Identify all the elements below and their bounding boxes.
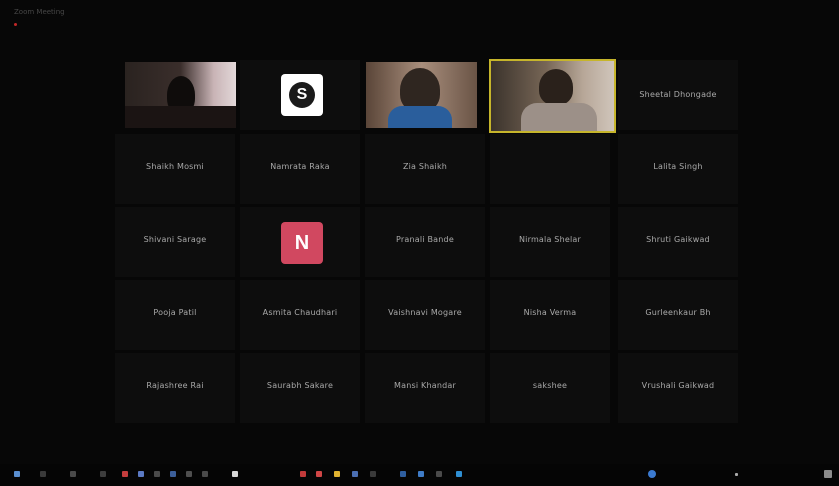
participant-tile[interactable]: Lalita Singh <box>618 134 738 204</box>
participant-name: Shruti Gaikwad <box>646 235 710 244</box>
participant-name: Asmita Chaudhari <box>262 308 338 317</box>
participant-tile[interactable]: Asmita Chaudhari <box>240 280 360 350</box>
app-icon[interactable] <box>138 471 144 477</box>
app-icon[interactable] <box>100 471 106 477</box>
participant-tile[interactable]: Gurleenkaur Bh <box>618 280 738 350</box>
participant-name: Pranali Bande <box>396 235 454 244</box>
app-icon[interactable] <box>186 471 192 477</box>
participant-tile[interactable]: Shaikh Mosmi <box>115 134 235 204</box>
task-view-icon[interactable] <box>70 471 76 477</box>
participant-tile[interactable]: Saurabh Sakare <box>240 353 360 423</box>
participant-tile[interactable]: Pooja Patil <box>115 280 235 350</box>
tray-icon[interactable] <box>648 470 656 478</box>
participant-name: Gurleenkaur Bh <box>645 308 711 317</box>
app-icon[interactable] <box>122 471 128 477</box>
participant-video-tile-active-speaker[interactable] <box>489 59 616 133</box>
participant-tile-s[interactable]: S <box>240 60 360 130</box>
app-icon[interactable] <box>300 471 306 477</box>
participant-name: Lalita Singh <box>653 162 703 171</box>
participant-tile[interactable]: Vrushali Gaikwad <box>618 353 738 423</box>
windows-taskbar <box>0 464 839 486</box>
app-icon[interactable] <box>232 471 238 477</box>
notification-icon[interactable] <box>735 473 738 476</box>
avatar-letter: S <box>289 82 315 108</box>
video-foreground <box>125 106 236 128</box>
participant-shirt <box>521 103 597 131</box>
participant-tile[interactable]: Sheetal Dhongade <box>618 60 738 130</box>
participant-shirt <box>388 106 452 128</box>
participant-avatar: N <box>281 222 323 264</box>
participant-tile[interactable]: Pranali Bande <box>365 207 485 277</box>
app-icon[interactable] <box>352 471 358 477</box>
participant-name: Mansi Khandar <box>394 381 456 390</box>
participant-tile[interactable]: Nisha Verma <box>490 280 610 350</box>
participant-video-tile[interactable] <box>125 62 236 128</box>
app-icon[interactable] <box>154 471 160 477</box>
app-icon[interactable] <box>316 471 322 477</box>
participant-name: Zia Shaikh <box>402 162 448 171</box>
participant-tile[interactable]: Rajashree Rai <box>115 353 235 423</box>
app-icon[interactable] <box>400 471 406 477</box>
app-icon[interactable] <box>170 471 176 477</box>
app-icon[interactable] <box>418 471 424 477</box>
participant-name: Rajashree Rai <box>146 381 204 390</box>
app-icon[interactable] <box>370 471 376 477</box>
participant-name: Saurabh Sakare <box>266 381 334 390</box>
participant-tile[interactable]: sakshee <box>490 353 610 423</box>
participant-name: Nirmala Shelar <box>518 235 581 244</box>
participant-name: Sheetal Dhongade <box>639 90 717 99</box>
participant-name: Vaishnavi Mogare <box>388 308 462 317</box>
participant-face <box>539 69 573 105</box>
app-icon[interactable] <box>436 471 442 477</box>
participant-video-tile[interactable] <box>366 62 477 128</box>
participant-tile[interactable]: Shivani Sarage <box>115 207 235 277</box>
start-icon[interactable] <box>14 471 20 477</box>
app-icon[interactable] <box>456 471 462 477</box>
participant-name: Shivani Sarage <box>143 235 207 244</box>
participant-tile[interactable]: Vaishnavi Mogare <box>365 280 485 350</box>
window-title: Zoom Meeting <box>14 8 65 16</box>
participant-tile-n[interactable]: N <box>240 207 360 277</box>
recording-indicator-icon <box>14 23 17 26</box>
participant-name: Vrushali Gaikwad <box>641 381 715 390</box>
show-desktop-icon[interactable] <box>824 470 832 478</box>
participant-name: Shaikh Mosmi <box>146 162 204 171</box>
zoom-meeting-screen: Zoom Meeting S Sheetal Dhongade Shaikh M… <box>0 0 839 486</box>
participant-tile[interactable]: Namrata Raka <box>240 134 360 204</box>
chrome-icon[interactable] <box>334 471 340 477</box>
participant-avatar: S <box>281 74 323 116</box>
participant-tile[interactable]: Zia Shaikh <box>365 134 485 204</box>
participant-name: sakshee <box>532 381 568 390</box>
participant-name: Pooja Patil <box>153 308 197 317</box>
app-icon[interactable] <box>202 471 208 477</box>
participant-tile[interactable]: Shruti Gaikwad <box>618 207 738 277</box>
participant-tile[interactable]: Mansi Khandar <box>365 353 485 423</box>
participant-tile[interactable] <box>490 134 610 204</box>
participant-name: Namrata Raka <box>270 162 330 171</box>
participant-name: Nisha Verma <box>523 308 577 317</box>
search-icon[interactable] <box>40 471 46 477</box>
participant-tile[interactable]: Nirmala Shelar <box>490 207 610 277</box>
